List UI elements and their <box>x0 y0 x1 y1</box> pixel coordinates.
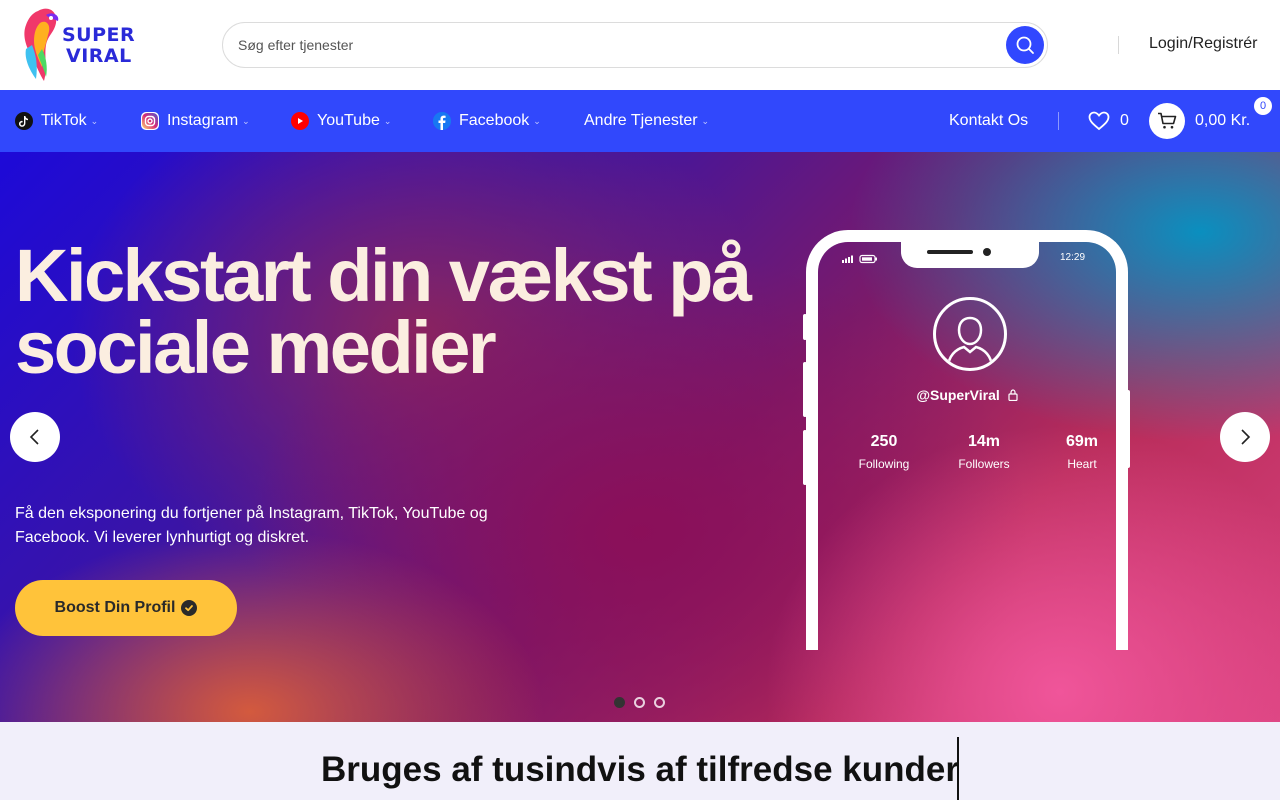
search-button[interactable] <box>1006 26 1044 64</box>
camera-dot <box>983 248 991 256</box>
slider-dot[interactable] <box>614 697 625 708</box>
typing-caret <box>957 737 959 800</box>
nav-item-label: Instagram <box>167 112 239 129</box>
nav-item-facebook[interactable]: Facebook ⌄ <box>433 90 541 152</box>
boost-profile-button[interactable]: Boost Din Profil <box>15 580 237 636</box>
nav-item-label: Andre Tjenester <box>584 112 698 129</box>
stat-heart: 69m Heart <box>1037 433 1127 471</box>
cart-icon-wrap <box>1149 103 1185 139</box>
chevron-down-icon: ⌄ <box>383 115 392 126</box>
chevron-down-icon: ⌄ <box>242 115 250 126</box>
nav-item-instagram[interactable]: Instagram ⌄ <box>141 90 250 152</box>
cart-button[interactable]: 0,00 Kr. <box>1149 90 1250 152</box>
hero-title: Kickstart din vækst på sociale medier <box>15 234 752 389</box>
trust-section: Bruges af tusindvis af tilfredse kunder <box>0 722 1280 800</box>
profile-handle-text: @SuperViral <box>916 387 1000 403</box>
wishlist-count: 0 <box>1120 112 1129 129</box>
boost-label: Boost Din Profil <box>54 599 176 616</box>
heart-icon <box>1088 111 1110 131</box>
cart-icon <box>1158 112 1177 129</box>
contact-link[interactable]: Kontakt Os <box>949 90 1028 152</box>
logo-wordmark: SUPER VIRAL <box>62 25 135 67</box>
hero-slider: Kickstart din vækst på sociale medier Få… <box>0 152 1280 722</box>
facebook-icon <box>433 112 451 130</box>
stat-label: Followers <box>958 457 1010 471</box>
phone-time: 12:29 <box>1060 252 1086 263</box>
instagram-icon <box>141 112 159 130</box>
search-input[interactable] <box>238 23 998 67</box>
logo-line-1: SUPER <box>62 24 136 46</box>
nav-item-label: TikTok <box>41 112 87 129</box>
nav-item-other-services[interactable]: Andre Tjenester ⌄ <box>584 90 709 152</box>
wishlist-button[interactable]: 0 <box>1088 90 1129 152</box>
cart-count-badge: 0 <box>1254 97 1272 115</box>
section-title: Bruges af tusindvis af tilfredse kunder <box>321 750 959 789</box>
youtube-icon <box>291 112 309 130</box>
stat-followers: 14m Followers <box>939 433 1029 471</box>
chevron-down-icon: ⌄ <box>90 115 99 126</box>
site-header: SUPER VIRAL Login/Registrér <box>0 0 1280 90</box>
nav-item-label: YouTube <box>317 112 380 129</box>
stat-value: 250 <box>870 433 898 450</box>
search-bar <box>222 22 1048 68</box>
stat-label: Following <box>858 457 910 471</box>
lock-icon <box>1008 388 1018 404</box>
cart-total: 0,00 Kr. <box>1195 112 1251 129</box>
stat-value: 14m <box>967 433 1001 450</box>
slider-dot[interactable] <box>634 697 645 708</box>
nav-item-youtube[interactable]: YouTube ⌄ <box>291 90 391 152</box>
phone-notch <box>901 240 1039 268</box>
chevron-right-icon <box>1241 429 1251 445</box>
logo-line-2: VIRAL <box>66 45 132 67</box>
signal-battery-icon <box>842 254 877 264</box>
stat-value: 69m <box>1065 433 1099 450</box>
speaker-grille <box>927 250 973 254</box>
login-register-link[interactable]: Login/Registrér <box>1149 35 1258 53</box>
chevron-left-icon <box>29 429 39 445</box>
chevron-down-icon: ⌄ <box>533 115 541 126</box>
check-circle-icon <box>181 600 198 616</box>
slider-prev-button[interactable] <box>10 412 60 462</box>
phone-mockup: 12:29 @SuperViral 250 Following 14m Foll… <box>806 230 1128 650</box>
stat-following: 250 Following <box>839 433 929 471</box>
parrot-logo-icon <box>24 8 59 81</box>
profile-avatar-icon <box>933 297 1007 371</box>
nav-divider <box>1058 112 1059 130</box>
chevron-down-icon: ⌄ <box>701 115 710 126</box>
nav-item-label: Facebook <box>459 112 530 129</box>
nav-item-tiktok[interactable]: TikTok ⌄ <box>15 90 98 152</box>
stat-label: Heart <box>1067 457 1097 471</box>
profile-handle: @SuperViral <box>818 387 1116 404</box>
site-logo[interactable]: SUPER VIRAL <box>18 5 138 85</box>
slider-pagination <box>614 697 674 708</box>
hero-subtitle: Få den eksponering du fortjener på Insta… <box>15 505 488 546</box>
slider-dot[interactable] <box>654 697 665 708</box>
search-icon <box>1016 36 1034 54</box>
header-divider <box>1118 36 1119 54</box>
tiktok-icon <box>15 112 33 130</box>
slider-next-button[interactable] <box>1220 412 1270 462</box>
